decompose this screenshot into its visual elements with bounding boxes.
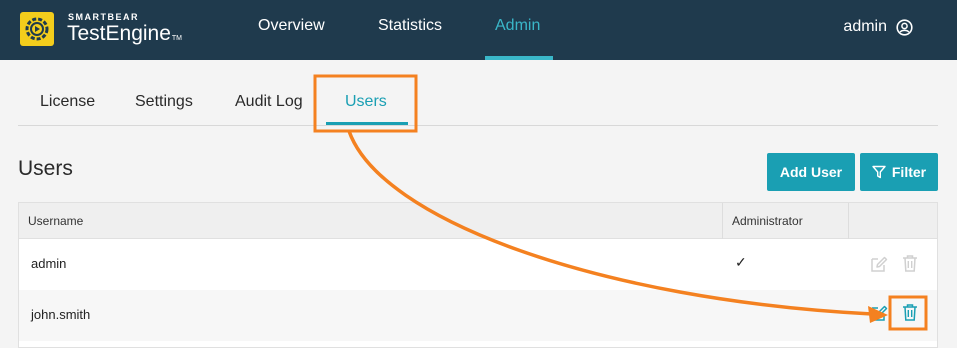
- brand-product: TestEngineTM: [67, 22, 182, 46]
- filter-button-label: Filter: [891, 164, 927, 180]
- trash-icon[interactable]: [901, 303, 919, 322]
- user-menu-label[interactable]: admin: [843, 18, 887, 36]
- edit-icon[interactable]: [870, 255, 888, 273]
- column-header-username[interactable]: Username: [28, 214, 83, 228]
- add-user-button[interactable]: Add User: [767, 153, 855, 191]
- page-title: Users: [18, 157, 73, 180]
- table-row[interactable]: admin ✓: [19, 239, 937, 290]
- filter-button[interactable]: Filter: [860, 153, 938, 191]
- users-table: Username Administrator admin ✓ john.smit…: [18, 202, 938, 348]
- column-divider: [848, 203, 849, 239]
- username-cell: john.smith: [31, 307, 91, 322]
- column-divider: [722, 203, 723, 239]
- filter-icon: [872, 165, 886, 179]
- top-nav-bar: SMARTBEAR TestEngineTM Overview Statisti…: [0, 0, 957, 60]
- tab-users[interactable]: Users: [345, 93, 387, 111]
- brand-trademark: TM: [171, 35, 183, 42]
- nav-active-indicator: [485, 56, 553, 60]
- check-icon: ✓: [735, 254, 747, 270]
- table-row[interactable]: john.smith: [19, 290, 937, 341]
- nav-overview[interactable]: Overview: [258, 17, 325, 35]
- column-header-administrator[interactable]: Administrator: [732, 214, 803, 228]
- nav-statistics[interactable]: Statistics: [378, 17, 442, 35]
- nav-admin[interactable]: Admin: [495, 17, 540, 35]
- tab-license[interactable]: License: [40, 93, 95, 111]
- username-cell: admin: [31, 256, 67, 271]
- tab-settings[interactable]: Settings: [135, 93, 193, 111]
- trash-icon[interactable]: [901, 254, 919, 273]
- edit-icon[interactable]: [870, 304, 888, 322]
- add-user-button-label: Add User: [779, 164, 843, 180]
- tabs-divider: [18, 125, 938, 126]
- user-circle-icon[interactable]: [896, 19, 913, 36]
- table-header: Username Administrator: [19, 203, 937, 239]
- brand-company: SMARTBEAR: [68, 12, 139, 22]
- testengine-logo-icon[interactable]: [20, 12, 54, 46]
- brand-product-name: TestEngine: [67, 22, 171, 45]
- tab-audit-log[interactable]: Audit Log: [235, 93, 303, 111]
